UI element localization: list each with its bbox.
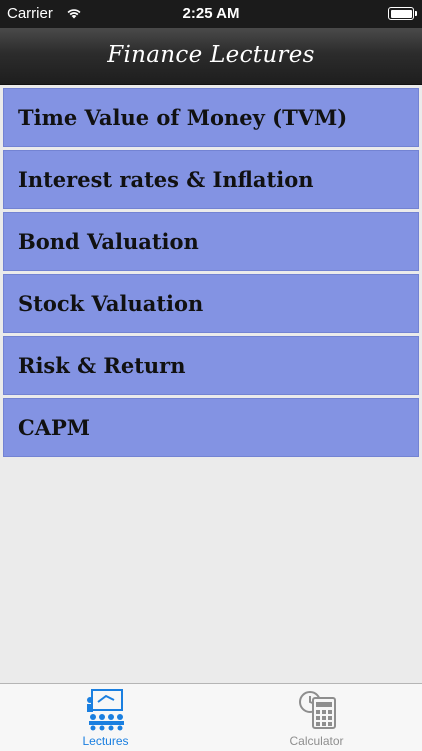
lecture-item-risk-return[interactable]: Risk & Return xyxy=(3,336,419,395)
lecture-item-bond-valuation[interactable]: Bond Valuation xyxy=(3,212,419,271)
status-time: 2:25 AM xyxy=(182,5,240,22)
tab-lectures-label: Lectures xyxy=(82,734,129,748)
navigation-bar: Finance Lectures xyxy=(0,28,422,85)
lecture-item-tvm[interactable]: Time Value of Money (TVM) xyxy=(3,88,419,147)
lecture-item-label: Risk & Return xyxy=(18,353,186,378)
lecture-list-area[interactable]: Time Value of Money (TVM) Interest rates… xyxy=(0,85,422,683)
lecture-item-interest-rates[interactable]: Interest rates & Inflation xyxy=(3,150,419,209)
lecture-item-label: Bond Valuation xyxy=(18,229,199,254)
lecture-item-capm[interactable]: CAPM xyxy=(3,398,419,457)
classroom-icon xyxy=(84,688,128,732)
tab-calculator-label: Calculator xyxy=(289,734,344,748)
lecture-list: Time Value of Money (TVM) Interest rates… xyxy=(3,88,419,460)
calendar-calculator-icon xyxy=(295,688,339,732)
lecture-item-label: CAPM xyxy=(18,415,91,440)
lecture-item-stock-valuation[interactable]: Stock Valuation xyxy=(3,274,419,333)
tab-lectures[interactable]: Lectures xyxy=(0,684,211,751)
lecture-item-label: Stock Valuation xyxy=(18,291,204,316)
tab-bar: Lectures Calculator xyxy=(0,683,422,751)
lecture-item-label: Time Value of Money (TVM) xyxy=(18,105,348,130)
lecture-item-label: Interest rates & Inflation xyxy=(18,167,314,192)
battery-icon xyxy=(388,7,417,20)
page-title: Finance Lectures xyxy=(107,42,315,68)
status-bar: Carrier 2:25 AM xyxy=(0,0,422,28)
tab-calculator[interactable]: Calculator xyxy=(211,684,422,751)
